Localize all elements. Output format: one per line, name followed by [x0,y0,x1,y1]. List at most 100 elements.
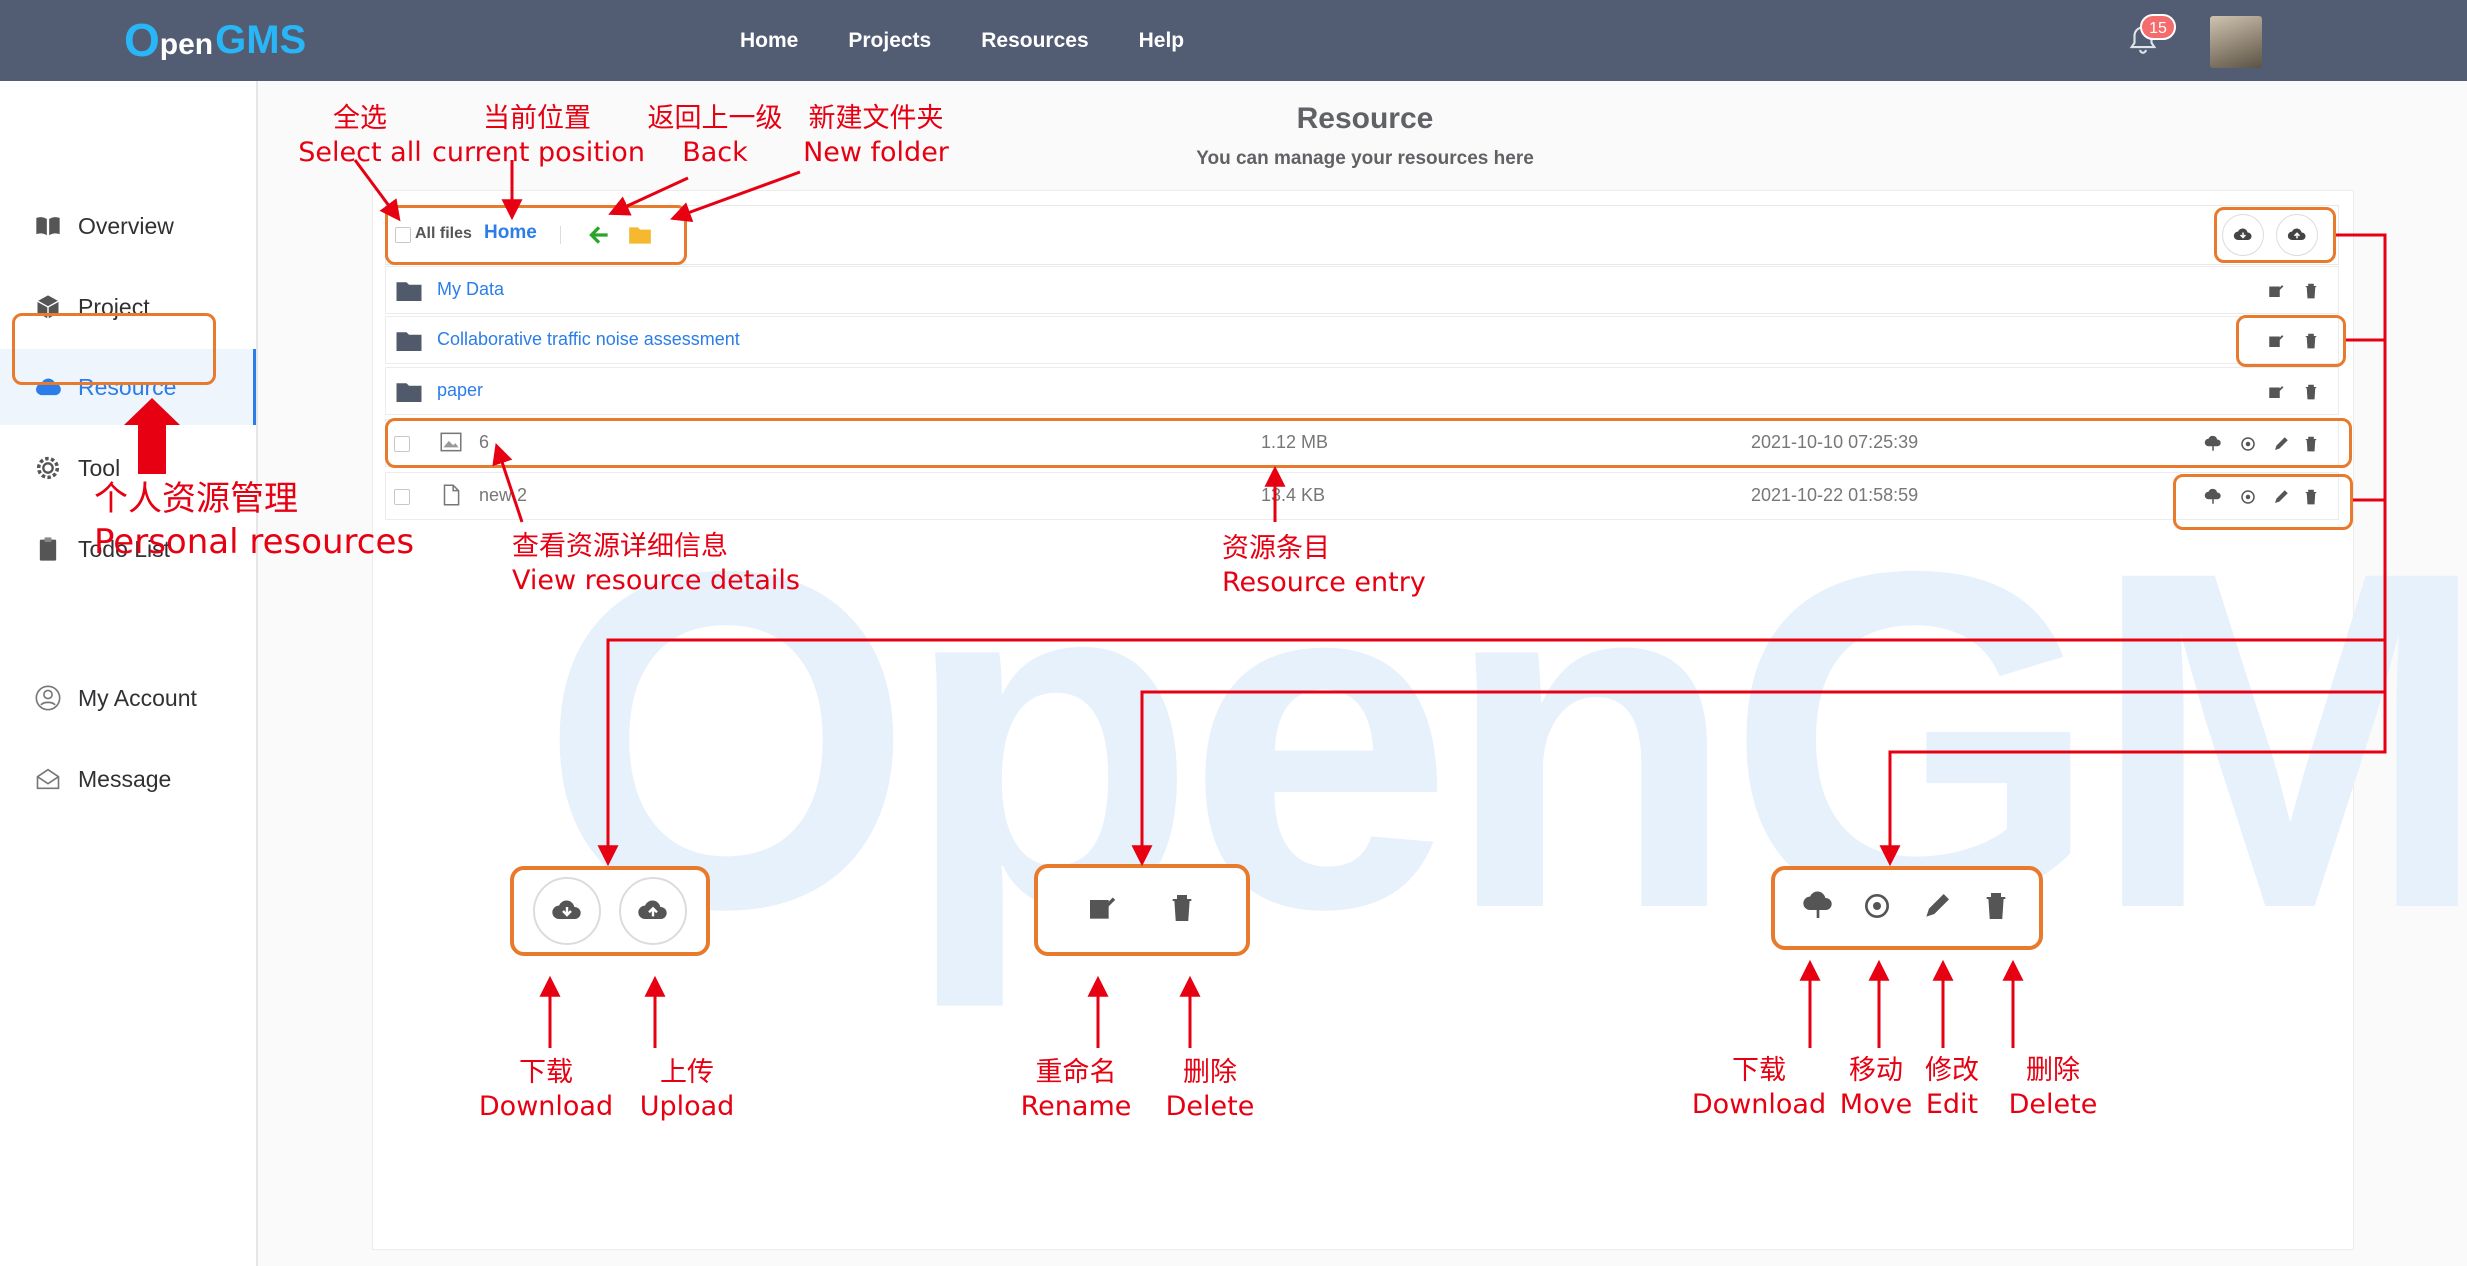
ann-en: Upload [639,1090,735,1122]
cloud-download-icon [551,900,581,919]
document-file-icon[interactable] [438,482,464,508]
callout-file-actions [2173,474,2353,530]
ann-en: Download [1691,1088,1827,1120]
ann-zh: 上传 [660,1057,714,1088]
page-title: Resource [1296,102,1434,135]
ann-view-details: 查看资源详细信息 View resource details [512,530,800,598]
zoom-delete-icon [1166,892,1198,929]
ann-en: Move [1839,1088,1913,1120]
ann-zh: 下载 [1732,1055,1786,1086]
ann-en: Delete [1165,1090,1255,1122]
ann-download: 下载 Download [471,1056,621,1124]
ann-rename: 重命名 Rename [1018,1056,1134,1124]
nav-link-help[interactable]: Help [1139,29,1185,53]
nav-link-projects[interactable]: Projects [848,29,931,53]
ann-zh: 全选 [333,103,387,134]
ann-en: Resource entry [1222,566,1426,598]
zoom-cloud-download-icon [1802,890,1834,927]
sidebar-item-overview[interactable]: Overview [0,188,256,264]
ann-en: New folder [803,136,949,168]
notification-badge: 15 [2140,14,2176,40]
delete-icon[interactable] [2302,383,2320,401]
ann-zh: 重命名 [1035,1057,1117,1088]
ann-en: Back [682,136,748,168]
folder-icon [396,282,422,301]
ann-delete-file: 删除 Delete [1998,1054,2108,1122]
ann-move: 移动 Move [1836,1054,1916,1122]
ann-edit: 修改 Edit [1914,1054,1990,1122]
ann-current-position: 当前位置 current position [432,102,645,170]
zoom-box-folder-actions [1034,864,1250,956]
ann-zh: 当前位置 [483,103,591,134]
table-row[interactable]: new 2 13.4 KB 2021-10-22 01:58:59 [385,472,2339,520]
sidebar-item-my-account[interactable]: My Account [0,660,256,736]
ann-zh: 移动 [1849,1055,1903,1086]
file-name[interactable]: new 2 [479,485,527,506]
ann-delete: 删除 Delete [1160,1056,1260,1124]
ann-en: Delete [2008,1088,2098,1120]
ann-zh: 新建文件夹 [808,103,944,134]
sidebar-item-label: Message [78,765,172,792]
gear-icon [36,456,60,480]
avatar[interactable] [2210,16,2262,68]
folder-name[interactable]: paper [437,380,483,401]
folder-name[interactable]: Collaborative traffic noise assessment [437,329,740,350]
ann-resource-entry: 资源条目 Resource entry [1222,532,1426,600]
ann-zh: 资源条目 [1222,533,1330,564]
sidebar-item-message[interactable]: Message [0,741,256,817]
ann-en: current position [432,136,645,168]
ann-upload: 上传 Upload [632,1056,742,1124]
ann-zh: 查看资源详细信息 [512,531,728,562]
nav-links: Home Projects Resources Help [740,0,1184,81]
nav-link-resources[interactable]: Resources [981,29,1088,53]
zoom-upload-button [619,877,688,945]
zoom-box-file-actions [1771,866,2043,950]
list-item[interactable]: paper [385,367,2339,415]
delete-icon[interactable] [2302,282,2320,300]
zoom-edit-icon [1921,890,1953,927]
callout-folder-actions [2236,315,2346,367]
ann-back: 返回上一级 Back [640,102,790,170]
zoom-rename-icon [1086,892,1118,929]
ann-en: Rename [1020,1090,1132,1122]
list-item[interactable]: Collaborative traffic noise assessment [385,316,2339,364]
ann-zh: 修改 [1925,1055,1979,1086]
ann-zh: 下载 [519,1057,573,1088]
ann-download-file: 下载 Download [1684,1054,1834,1122]
ann-select-all: 全选 Select all [292,102,428,170]
ann-en: Personal resources [94,521,415,562]
ann-en: Select all [298,136,422,168]
file-size: 13.4 KB [1261,485,1326,505]
list-item[interactable]: My Data [385,266,2339,314]
zoom-delete-icon [1980,890,2012,927]
nav-link-home[interactable]: Home [740,29,798,53]
ann-new-folder: 新建文件夹 New folder [796,102,956,170]
logo-letter-o: O [124,14,160,66]
folder-name[interactable]: My Data [437,279,504,300]
ann-en: Download [478,1090,614,1122]
user-icon [35,685,61,711]
envelope-icon [36,768,60,790]
ann-zh: 个人资源管理 [94,479,298,519]
rename-icon[interactable] [2267,383,2285,401]
rename-icon[interactable] [2267,282,2285,300]
opengms-logo[interactable]: O pen GMS [124,8,306,72]
ann-zh: 删除 [1183,1057,1237,1088]
zoom-move-icon [1861,890,1893,927]
callout-toolbar [385,205,687,265]
ann-en: Edit [1925,1088,1979,1120]
folder-icon [396,383,422,402]
callout-resource-nav [12,313,216,385]
ann-en: View resource details [512,564,800,596]
zoom-download-button [532,877,601,945]
logo-text-gms: GMS [215,17,307,62]
callout-resource-entry [385,418,2352,468]
clipboard-icon [39,537,57,561]
top-nav-bar: O pen GMS Home Projects Resources Help 1… [0,0,2467,81]
sidebar-item-label: My Account [78,684,197,711]
logo-text-pen: pen [159,28,214,61]
page-subtitle: You can manage your resources here [1196,148,1534,169]
ann-personal-resources: 个人资源管理 Personal resources [94,478,414,563]
sidebar: Overview Project Resource Tool Todo List… [0,81,258,1266]
cloud-upload-icon [638,900,667,919]
